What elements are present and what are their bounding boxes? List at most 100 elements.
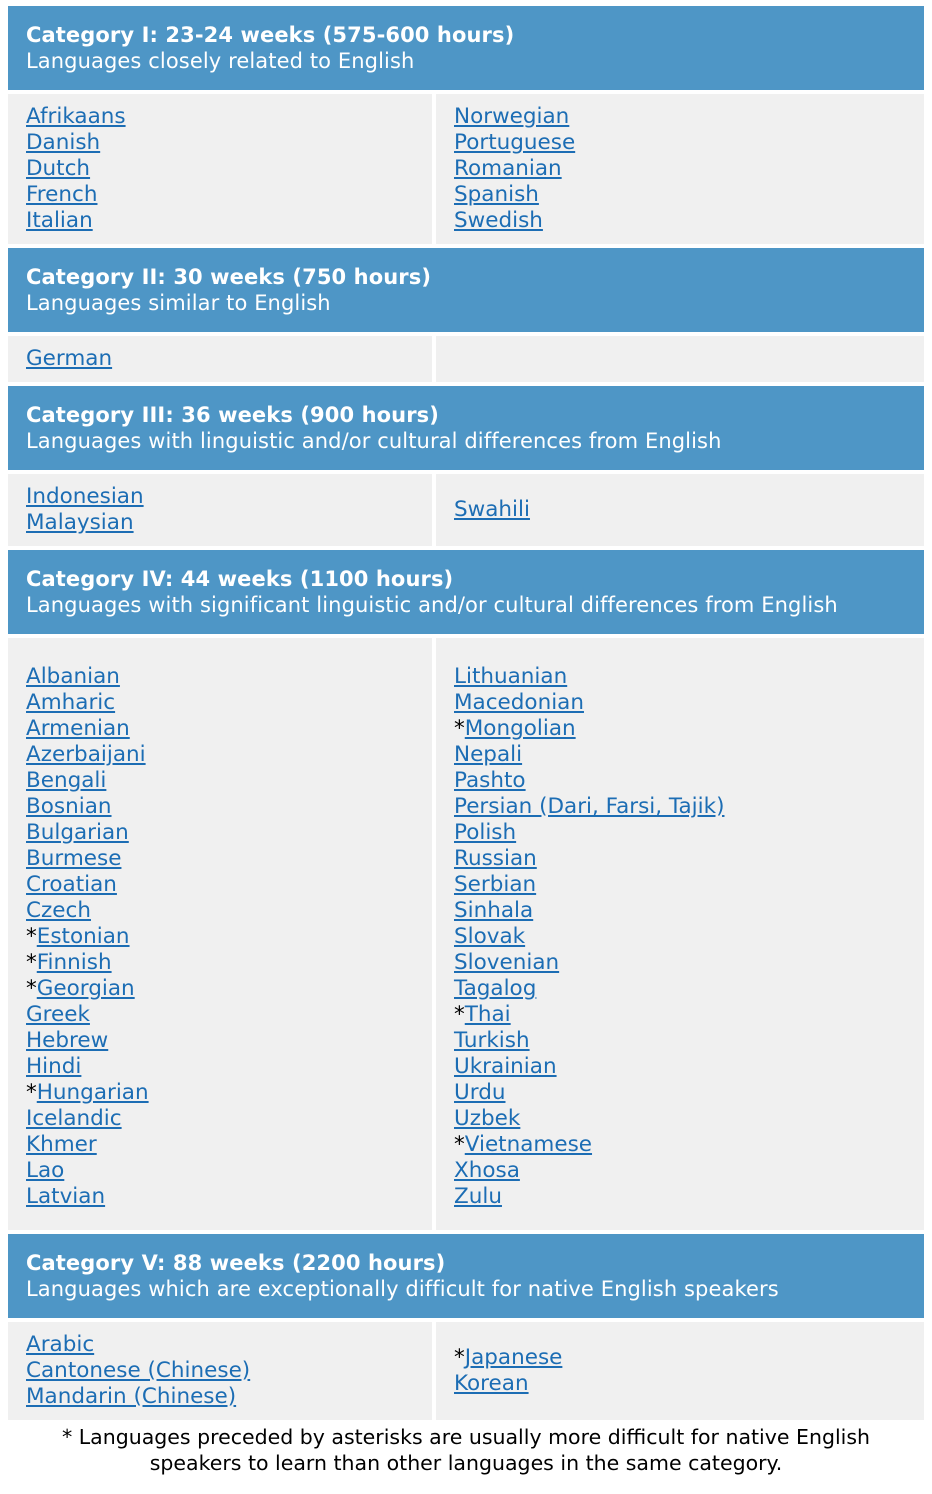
language-column-left: Indonesian Malaysian	[8, 474, 436, 546]
language-link[interactable]: Nepali	[454, 742, 522, 767]
language-list-item: Russian	[454, 846, 906, 872]
language-list-item: Lao	[26, 1158, 414, 1184]
language-link[interactable]: Slovak	[454, 924, 525, 949]
language-column-right: Lithuanian Macedonian *Mongolian Nepali Pash…	[436, 638, 924, 1230]
language-link[interactable]: Bengali	[26, 768, 106, 793]
language-link[interactable]: Mongolian	[465, 716, 576, 741]
category-title: Category IV: 44 weeks (1100 hours)	[26, 567, 454, 591]
language-list-item: Khmer	[26, 1132, 414, 1158]
language-link[interactable]: Hindi	[26, 1054, 81, 1079]
language-list-item: Bulgarian	[26, 820, 414, 846]
category-title: Category III: 36 weeks (900 hours)	[26, 403, 439, 427]
language-link[interactable]: Vietnamese	[465, 1132, 592, 1157]
language-link[interactable]: Zulu	[454, 1184, 502, 1209]
language-link[interactable]: Lao	[26, 1158, 64, 1183]
language-link[interactable]: Korean	[454, 1371, 529, 1396]
language-link[interactable]: Urdu	[454, 1080, 505, 1105]
language-link[interactable]: Danish	[26, 130, 100, 155]
language-list-item: *Hungarian	[26, 1080, 414, 1106]
language-link[interactable]: Lithuanian	[454, 664, 567, 689]
language-link[interactable]: Serbian	[454, 872, 536, 897]
language-list-item: *Thai	[454, 1002, 906, 1028]
language-link[interactable]: Icelandic	[26, 1106, 122, 1131]
language-link[interactable]: Romanian	[454, 156, 562, 181]
language-list-item: Croatian	[26, 872, 414, 898]
language-link[interactable]: Bosnian	[26, 794, 112, 819]
asterisk-footnote: * Languages preceded by asterisks are us…	[61, 1425, 871, 1475]
category-description: Languages closely related to English	[26, 49, 415, 73]
language-link[interactable]: Italian	[26, 208, 93, 233]
language-list-item: Dutch	[26, 156, 414, 182]
asterisk-marker: *	[454, 716, 465, 741]
language-link[interactable]: Malaysian	[26, 510, 134, 535]
language-link[interactable]: Thai	[465, 1002, 511, 1027]
language-link[interactable]: Finnish	[37, 950, 112, 975]
language-list-item: Malaysian	[26, 510, 414, 536]
category-header-cell: Category I: 23-24 weeks (575-600 hours) L…	[8, 6, 924, 90]
language-link[interactable]: Pashto	[454, 768, 526, 793]
language-list-item: Hindi	[26, 1054, 414, 1080]
language-link[interactable]: Khmer	[26, 1132, 97, 1157]
language-link[interactable]: Swahili	[454, 497, 530, 522]
language-link[interactable]: Azerbaijani	[26, 742, 146, 767]
language-link[interactable]: Estonian	[37, 924, 130, 949]
language-link[interactable]: Uzbek	[454, 1106, 520, 1131]
language-link[interactable]: Norwegian	[454, 104, 569, 129]
category-header-iii: Category III: 36 weeks (900 hours) Langua…	[8, 386, 924, 470]
language-link[interactable]: Tagalog	[454, 976, 536, 1001]
language-link[interactable]: Georgian	[37, 976, 135, 1001]
language-link[interactable]: Hungarian	[37, 1080, 149, 1105]
language-column-right: Swahili	[436, 474, 924, 546]
language-link[interactable]: Greek	[26, 1002, 90, 1027]
language-link[interactable]: Spanish	[454, 182, 539, 207]
language-link[interactable]: Afrikaans	[26, 104, 126, 129]
language-link[interactable]: Portuguese	[454, 130, 575, 155]
language-link[interactable]: Sinhala	[454, 898, 533, 923]
language-column-right: *Japanese Korean	[436, 1322, 924, 1420]
language-list-item: Romanian	[454, 156, 906, 182]
language-link[interactable]: Swedish	[454, 208, 543, 233]
language-list-item: Cantonese (Chinese)	[26, 1358, 414, 1384]
language-link[interactable]: Xhosa	[454, 1158, 520, 1183]
language-link[interactable]: Cantonese (Chinese)	[26, 1358, 250, 1383]
language-list-item: Persian (Dari, Farsi, Tajik)	[454, 794, 906, 820]
language-link[interactable]: Mandarin (Chinese)	[26, 1384, 236, 1409]
language-link[interactable]: Polish	[454, 820, 516, 845]
language-link[interactable]: Hebrew	[26, 1028, 108, 1053]
language-link[interactable]: Macedonian	[454, 690, 584, 715]
language-link[interactable]: Czech	[26, 898, 91, 923]
asterisk-marker: *	[26, 950, 37, 975]
language-link[interactable]: Latvian	[26, 1184, 105, 1209]
language-list-item: Latvian	[26, 1184, 414, 1210]
language-link[interactable]: German	[26, 346, 112, 371]
language-link[interactable]: Burmese	[26, 846, 121, 871]
language-link[interactable]: Dutch	[26, 156, 90, 181]
language-column-left: German	[8, 336, 436, 382]
category-description: Languages with significant linguistic an…	[26, 593, 838, 617]
language-list-item: Serbian	[454, 872, 906, 898]
language-link[interactable]: Bulgarian	[26, 820, 129, 845]
language-list-item: *Finnish	[26, 950, 414, 976]
language-link[interactable]: Indonesian	[26, 484, 144, 509]
language-column-left: Afrikaans Danish Dutch French Italian	[8, 94, 436, 244]
language-link[interactable]: Persian (Dari, Farsi, Tajik)	[454, 794, 724, 819]
language-list-item: French	[26, 182, 414, 208]
language-list-item: German	[26, 346, 414, 372]
language-link[interactable]: Slovenian	[454, 950, 559, 975]
language-link[interactable]: Amharic	[26, 690, 115, 715]
language-link[interactable]: Arabic	[26, 1332, 94, 1357]
language-link[interactable]: French	[26, 182, 97, 207]
language-link[interactable]: Croatian	[26, 872, 117, 897]
language-link[interactable]: Armenian	[26, 716, 130, 741]
category-languages-row-iv: Albanian Amharic Armenian Azerbaijani Bengal…	[8, 638, 924, 1230]
language-list-item: Amharic	[26, 690, 414, 716]
language-link[interactable]: Albanian	[26, 664, 120, 689]
language-link[interactable]: Japanese	[465, 1345, 563, 1370]
category-header-v: Category V: 88 weeks (2200 hours) Languag…	[8, 1234, 924, 1318]
language-list-item: Arabic	[26, 1332, 414, 1358]
language-link[interactable]: Ukrainian	[454, 1054, 557, 1079]
language-link[interactable]: Russian	[454, 846, 537, 871]
category-title: Category II: 30 weeks (750 hours)	[26, 265, 432, 289]
category-languages-row-v: Arabic Cantonese (Chinese) Mandarin (Chine…	[8, 1322, 924, 1420]
language-link[interactable]: Turkish	[454, 1028, 530, 1053]
